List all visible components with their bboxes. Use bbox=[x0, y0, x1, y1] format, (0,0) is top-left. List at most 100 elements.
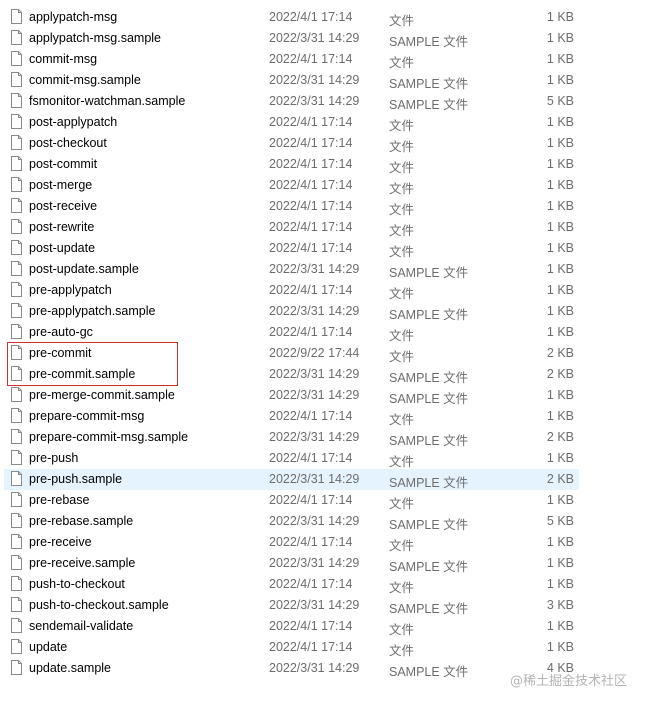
file-type: 文件 bbox=[389, 14, 415, 28]
file-name: pre-applypatch bbox=[29, 283, 112, 297]
file-icon bbox=[11, 345, 22, 360]
file-date-modified: 2022/4/1 17:14 bbox=[269, 619, 353, 633]
file-icon bbox=[11, 366, 22, 381]
file-row[interactable]: fsmonitor-watchman.sample 2022/3/31 14:29… bbox=[0, 91, 645, 112]
file-row[interactable]: post-rewrite 2022/4/1 17:14 文件 1 KB bbox=[0, 217, 645, 238]
file-row[interactable]: post-update 2022/4/1 17:14 文件 1 KB bbox=[0, 238, 645, 259]
file-row[interactable]: sendemail-validate 2022/4/1 17:14 文件 1 KB bbox=[0, 616, 645, 637]
file-type: 文件 bbox=[389, 161, 415, 175]
file-size: 1 KB bbox=[546, 178, 574, 192]
file-icon bbox=[11, 576, 22, 591]
file-size: 1 KB bbox=[546, 262, 574, 276]
file-icon bbox=[11, 597, 22, 612]
file-type: 文件 bbox=[389, 203, 415, 217]
file-type: SAMPLE 文件 bbox=[389, 665, 469, 679]
file-icon bbox=[11, 324, 22, 339]
file-icon bbox=[11, 114, 22, 129]
file-row[interactable]: pre-receive.sample 2022/3/31 14:29 SAMPLE … bbox=[0, 553, 645, 574]
file-row[interactable]: push-to-checkout 2022/4/1 17:14 文件 1 KB bbox=[0, 574, 645, 595]
file-row[interactable]: push-to-checkout.sample 2022/3/31 14:29 SA… bbox=[0, 595, 645, 616]
file-row[interactable]: applypatch-msg.sample 2022/3/31 14:29 SAMP… bbox=[0, 28, 645, 49]
file-name: commit-msg.sample bbox=[29, 73, 141, 87]
file-row[interactable]: applypatch-msg 2022/4/1 17:14 文件 1 KB bbox=[0, 7, 645, 28]
file-type: SAMPLE 文件 bbox=[389, 560, 469, 574]
file-row[interactable]: post-merge 2022/4/1 17:14 文件 1 KB bbox=[0, 175, 645, 196]
file-name: post-update.sample bbox=[29, 262, 139, 276]
file-row[interactable]: post-update.sample 2022/3/31 14:29 SAMPLE … bbox=[0, 259, 645, 280]
file-date-modified: 2022/4/1 17:14 bbox=[269, 283, 353, 297]
file-icon bbox=[11, 30, 22, 45]
file-row[interactable]: pre-merge-commit.sample 2022/3/31 14:29 SA… bbox=[0, 385, 645, 406]
file-size: 1 KB bbox=[546, 451, 574, 465]
file-type: SAMPLE 文件 bbox=[389, 77, 469, 91]
file-row[interactable]: pre-commit 2022/9/22 17:44 文件 2 KB bbox=[0, 343, 645, 364]
file-row[interactable]: post-checkout 2022/4/1 17:14 文件 1 KB bbox=[0, 133, 645, 154]
file-date-modified: 2022/4/1 17:14 bbox=[269, 409, 353, 423]
file-row[interactable]: prepare-commit-msg 2022/4/1 17:14 文件 1 KB bbox=[0, 406, 645, 427]
file-date-modified: 2022/3/31 14:29 bbox=[269, 94, 360, 108]
file-size: 1 KB bbox=[546, 31, 574, 45]
file-row[interactable]: pre-rebase.sample 2022/3/31 14:29 SAMPLE 文… bbox=[0, 511, 645, 532]
file-name: pre-receive bbox=[29, 535, 92, 549]
file-row[interactable]: commit-msg.sample 2022/3/31 14:29 SAMPLE 文… bbox=[0, 70, 645, 91]
file-row[interactable]: post-applypatch 2022/4/1 17:14 文件 1 KB bbox=[0, 112, 645, 133]
file-type: 文件 bbox=[389, 119, 415, 133]
file-size: 1 KB bbox=[546, 283, 574, 297]
file-row[interactable]: pre-push.sample 2022/3/31 14:29 SAMPLE 文件 2… bbox=[0, 469, 645, 490]
file-name: commit-msg bbox=[29, 52, 98, 66]
file-type: 文件 bbox=[389, 182, 415, 196]
file-type: SAMPLE 文件 bbox=[389, 434, 469, 448]
file-date-modified: 2022/3/31 14:29 bbox=[269, 514, 360, 528]
file-size: 2 KB bbox=[546, 346, 574, 360]
file-type: SAMPLE 文件 bbox=[389, 371, 469, 385]
file-icon bbox=[11, 555, 22, 570]
file-row[interactable]: pre-push 2022/4/1 17:14 文件 1 KB bbox=[0, 448, 645, 469]
file-date-modified: 2022/4/1 17:14 bbox=[269, 157, 353, 171]
file-date-modified: 2022/4/1 17:14 bbox=[269, 325, 353, 339]
file-row[interactable]: pre-commit.sample 2022/3/31 14:29 SAMPLE 文… bbox=[0, 364, 645, 385]
file-size: 1 KB bbox=[546, 388, 574, 402]
file-date-modified: 2022/3/31 14:29 bbox=[269, 472, 360, 486]
file-icon bbox=[11, 303, 22, 318]
watermark: @稀土掘金技术社区 bbox=[509, 674, 627, 689]
file-row[interactable]: prepare-commit-msg.sample 2022/3/31 14:29… bbox=[0, 427, 645, 448]
file-date-modified: 2022/3/31 14:29 bbox=[269, 388, 360, 402]
file-icon bbox=[11, 492, 22, 507]
file-row[interactable]: pre-applypatch.sample 2022/3/31 14:29 SAMP… bbox=[0, 301, 645, 322]
file-date-modified: 2022/3/31 14:29 bbox=[269, 430, 360, 444]
file-size: 5 KB bbox=[546, 94, 574, 108]
file-name: pre-merge-commit.sample bbox=[29, 388, 175, 402]
file-name: pre-commit bbox=[29, 346, 92, 360]
file-name: post-checkout bbox=[29, 136, 107, 150]
file-row[interactable]: pre-rebase 2022/4/1 17:14 文件 1 KB bbox=[0, 490, 645, 511]
file-type: 文件 bbox=[389, 245, 415, 259]
file-type: 文件 bbox=[389, 350, 415, 364]
file-icon bbox=[11, 618, 22, 633]
file-type: SAMPLE 文件 bbox=[389, 518, 469, 532]
file-row[interactable]: commit-msg 2022/4/1 17:14 文件 1 KB bbox=[0, 49, 645, 70]
file-row[interactable]: pre-receive 2022/4/1 17:14 文件 1 KB bbox=[0, 532, 645, 553]
file-name: update.sample bbox=[29, 661, 112, 675]
file-date-modified: 2022/4/1 17:14 bbox=[269, 535, 353, 549]
file-row[interactable]: update 2022/4/1 17:14 文件 1 KB bbox=[0, 637, 645, 658]
file-name: post-merge bbox=[29, 178, 93, 192]
file-name: pre-commit.sample bbox=[29, 367, 136, 381]
file-icon bbox=[11, 198, 22, 213]
file-name: push-to-checkout bbox=[29, 577, 125, 591]
file-type: 文件 bbox=[389, 455, 415, 469]
file-size: 1 KB bbox=[546, 220, 574, 234]
file-size: 1 KB bbox=[546, 199, 574, 213]
file-date-modified: 2022/3/31 14:29 bbox=[269, 262, 360, 276]
file-date-modified: 2022/4/1 17:14 bbox=[269, 493, 353, 507]
file-row[interactable]: pre-applypatch 2022/4/1 17:14 文件 1 KB bbox=[0, 280, 645, 301]
file-size: 1 KB bbox=[546, 493, 574, 507]
file-name: post-applypatch bbox=[29, 115, 118, 129]
file-size: 3 KB bbox=[546, 598, 574, 612]
file-type: SAMPLE 文件 bbox=[389, 392, 469, 406]
file-size: 1 KB bbox=[546, 157, 574, 171]
file-row[interactable]: post-commit 2022/4/1 17:14 文件 1 KB bbox=[0, 154, 645, 175]
file-date-modified: 2022/4/1 17:14 bbox=[269, 640, 353, 654]
file-date-modified: 2022/4/1 17:14 bbox=[269, 199, 353, 213]
file-row[interactable]: post-receive 2022/4/1 17:14 文件 1 KB bbox=[0, 196, 645, 217]
file-row[interactable]: pre-auto-gc 2022/4/1 17:14 文件 1 KB bbox=[0, 322, 645, 343]
